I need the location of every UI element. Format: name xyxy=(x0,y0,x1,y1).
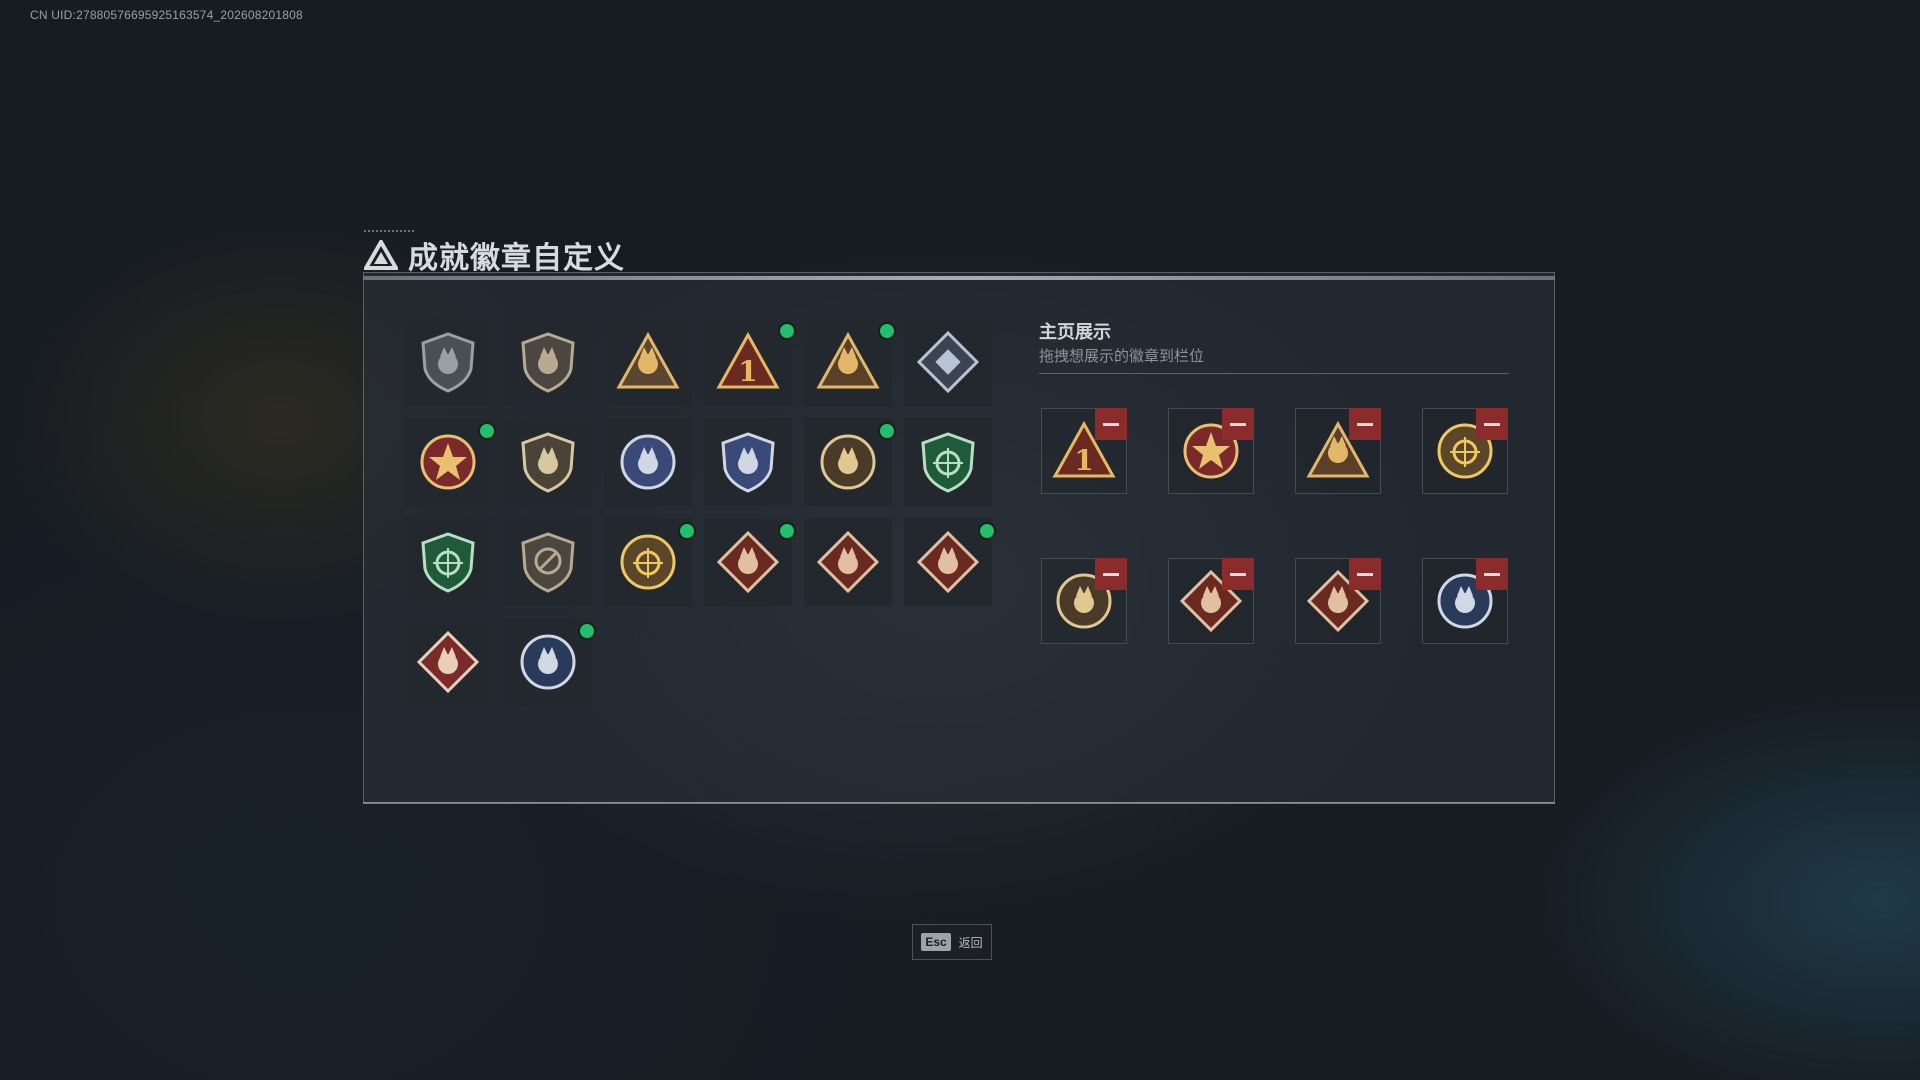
minus-icon[interactable] xyxy=(1095,408,1127,440)
showcase-subtitle: 拖拽想展示的徽章到栏位 xyxy=(1039,348,1205,365)
svg-text:1: 1 xyxy=(738,355,757,388)
showcase-slot[interactable] xyxy=(1041,558,1127,644)
badge-cell[interactable] xyxy=(504,518,592,606)
new-indicator-dot xyxy=(878,422,896,440)
svg-text:1: 1 xyxy=(1074,444,1093,477)
badge-cell[interactable] xyxy=(604,518,696,606)
minus-icon[interactable] xyxy=(1095,558,1127,590)
badge-cell[interactable] xyxy=(804,318,896,406)
blue-police-badge-icon xyxy=(620,434,676,490)
badge-cell[interactable]: 1 xyxy=(704,318,796,406)
minus-icon[interactable] xyxy=(1222,408,1254,440)
showcase-slot[interactable]: 1 xyxy=(1041,408,1127,494)
badge-cell[interactable] xyxy=(904,418,992,506)
soldiers-triangle-badge-icon xyxy=(816,331,880,389)
green-crosshair-shield-badge-icon xyxy=(921,432,975,493)
runner-diamond-badge-icon xyxy=(416,630,480,694)
new-indicator-dot xyxy=(878,322,896,340)
showcase-slot[interactable] xyxy=(1422,558,1508,644)
badge-cell[interactable] xyxy=(404,518,492,606)
minus-icon[interactable] xyxy=(1476,558,1508,590)
number-one-triangle-badge-icon: 1 xyxy=(716,331,780,389)
uid-label: CN UID:27880576695925163574_202608201808 xyxy=(30,8,303,22)
new-indicator-dot xyxy=(778,322,796,340)
badge-cell[interactable] xyxy=(804,418,896,506)
crystal-diamond-badge-icon xyxy=(916,330,980,394)
showcase-slot[interactable] xyxy=(1168,408,1254,494)
page-title: 成就徽章自定义 xyxy=(364,233,625,277)
panel-top-divider xyxy=(363,276,1555,280)
panel-bottom-divider xyxy=(363,802,1555,804)
badge-cell[interactable] xyxy=(804,518,892,606)
showcase-slot[interactable] xyxy=(1422,408,1508,494)
badge-cell[interactable] xyxy=(704,518,796,606)
badge-cell[interactable] xyxy=(904,318,992,406)
showcase-slots: 1 xyxy=(1041,408,1508,644)
dragon-diamond-badge-icon xyxy=(816,530,880,594)
gold-crosshair-crest-badge-icon xyxy=(620,534,676,590)
helicopter-shield-badge-icon xyxy=(521,332,575,393)
triangle-logo-icon xyxy=(364,240,398,270)
showcase-slot[interactable] xyxy=(1168,558,1254,644)
back-button-label: 返回 xyxy=(958,935,983,950)
eagle-shield-badge-icon xyxy=(521,432,575,493)
new-indicator-dot xyxy=(678,522,696,540)
badge-cell[interactable] xyxy=(904,518,996,606)
badge-cell[interactable] xyxy=(504,418,592,506)
showcase-title: 主页展示 xyxy=(1039,322,1111,342)
esc-key-icon: Esc xyxy=(921,933,951,951)
bird-triangle-badge-icon xyxy=(616,331,680,389)
new-indicator-dot xyxy=(578,622,596,640)
badge-cell[interactable] xyxy=(604,318,692,406)
minus-icon[interactable] xyxy=(1349,408,1381,440)
new-indicator-dot xyxy=(778,522,796,540)
badge-cell[interactable] xyxy=(504,318,592,406)
minus-icon[interactable] xyxy=(1349,558,1381,590)
badge-cell[interactable] xyxy=(504,618,596,706)
green-rifle-shield-badge-icon xyxy=(421,532,475,593)
dragon-diamond-badge-icon xyxy=(716,530,780,594)
wolf-round-badge-icon xyxy=(520,634,576,690)
page-title-text: 成就徽章自定义 xyxy=(408,242,625,275)
new-indicator-dot xyxy=(978,522,996,540)
badge-cell[interactable] xyxy=(404,318,492,406)
new-indicator-dot xyxy=(478,422,496,440)
shield-triangle-badge-icon xyxy=(421,332,475,393)
badge-cell[interactable] xyxy=(704,418,792,506)
blue-wolf-badge-icon xyxy=(721,432,775,493)
badge-collection-grid: 1 xyxy=(404,318,996,706)
no-sign-shield-badge-icon xyxy=(521,532,575,593)
minus-icon[interactable] xyxy=(1222,558,1254,590)
showcase-divider xyxy=(1039,373,1509,374)
skull-round-badge-icon xyxy=(820,434,876,490)
badge-cell[interactable] xyxy=(604,418,692,506)
showcase-slot[interactable] xyxy=(1295,558,1381,644)
showcase-slot[interactable] xyxy=(1295,408,1381,494)
minus-icon[interactable] xyxy=(1476,408,1508,440)
star-wreath-badge-icon xyxy=(420,434,476,490)
dragon-diamond-badge-icon xyxy=(916,530,980,594)
badge-cell[interactable] xyxy=(404,418,496,506)
badge-cell[interactable] xyxy=(404,618,492,706)
back-button[interactable]: Esc 返回 xyxy=(912,924,992,960)
